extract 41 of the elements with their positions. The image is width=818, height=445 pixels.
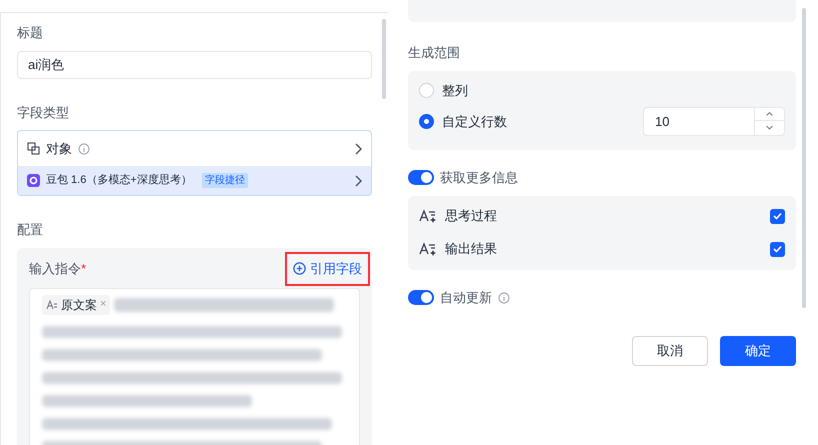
- field-label: 字段类型: [17, 104, 70, 122]
- chip-label: 原文案: [61, 296, 97, 314]
- cancel-button[interactable]: 取消: [632, 336, 708, 366]
- radio-option[interactable]: 整列: [419, 80, 468, 100]
- title-input[interactable]: ai润色: [17, 50, 372, 78]
- toggle-switch[interactable]: [408, 170, 434, 185]
- add-circle-icon: [293, 262, 306, 275]
- model-name: 豆包 1.6（多模态+深度思考）: [46, 172, 192, 188]
- row-count-input[interactable]: 10: [643, 107, 785, 136]
- chevron-right-icon: [354, 174, 362, 186]
- toggle-label: 自动更新: [440, 288, 492, 307]
- field-label: 标题: [17, 24, 44, 42]
- shortcut-badge: 字段捷径: [202, 173, 248, 188]
- option-label: 输出结果: [445, 240, 497, 258]
- section-label: 生成范围: [408, 44, 461, 62]
- checkbox[interactable]: [770, 208, 785, 224]
- confirm-button[interactable]: 确定: [720, 336, 796, 366]
- radio-button[interactable]: [419, 83, 434, 98]
- text-field-icon: [46, 300, 58, 310]
- info-icon: [78, 142, 90, 154]
- text-sparkle-icon: [419, 208, 437, 224]
- instruction-input[interactable]: 原文案 ×: [29, 288, 360, 445]
- field-type-name: 对象: [46, 140, 72, 158]
- toggle-switch[interactable]: [408, 290, 434, 305]
- option-label: 思考过程: [445, 207, 497, 226]
- toggle-label: 获取更多信息: [440, 168, 518, 187]
- model-logo-icon: [27, 174, 40, 187]
- radio-button[interactable]: [419, 114, 434, 129]
- radio-option[interactable]: 自定义行数: [419, 112, 507, 132]
- object-icon: [27, 142, 40, 155]
- text-sparkle-icon: [419, 241, 437, 257]
- chevron-right-icon: [354, 142, 362, 154]
- field-label: 配置: [17, 221, 44, 239]
- check-icon: [773, 245, 782, 253]
- check-icon: [773, 212, 782, 220]
- checkbox[interactable]: [770, 242, 785, 256]
- instruction-label: 输入指令*: [29, 260, 86, 278]
- info-icon: [498, 292, 510, 304]
- reference-field-button[interactable]: 引用字段: [285, 252, 370, 286]
- required-mark: *: [81, 260, 86, 276]
- field-type-card[interactable]: 对象 豆包 1.6（多模态+深度思考） 字段捷径: [17, 130, 372, 196]
